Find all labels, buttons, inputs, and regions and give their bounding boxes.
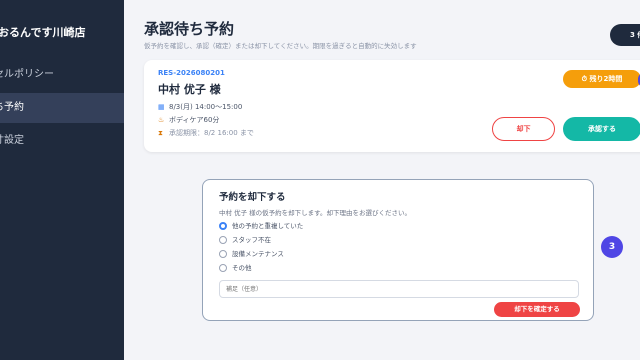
sidebar-item-label: 寸設定 xyxy=(0,135,24,146)
reason-label: スタッフ不在 xyxy=(232,236,271,244)
reason-option-other[interactable]: その他 xyxy=(219,264,252,274)
note-input[interactable] xyxy=(219,280,579,298)
reservation-datetime-row: ▦ 8/3(月) 14:00〜15:00 xyxy=(158,102,242,112)
sidebar: おるんです川崎店 セルポリシー ち予約 寸設定 xyxy=(0,0,124,360)
sidebar-item-cancel-policy[interactable]: セルポリシー xyxy=(0,60,124,90)
page-subtitle: 仮予約を確認し、承認（確定）または却下してください。期限を過ぎると自動的に失効し… xyxy=(144,42,417,50)
calendar-icon: ▦ xyxy=(158,103,165,111)
sidebar-item-label: ち予約 xyxy=(0,102,24,113)
reservation-service-row: ♨ ボディケア60分 xyxy=(158,115,219,125)
reject-dialog: 予約を却下する 中村 优子 様の仮予約を却下します。却下理由をお選びください。 … xyxy=(202,179,594,321)
dialog-description: 中村 优子 様の仮予約を却下します。却下理由をお選びください。 xyxy=(219,209,411,217)
reservation-card: RES-2026080201 中村 优子 様 ▦ 8/3(月) 14:00〜15:… xyxy=(144,60,640,152)
reservation-service: ボディケア60分 xyxy=(169,116,220,124)
customer-name: 中村 优子 様 xyxy=(158,83,221,96)
reason-label: 他の予約と重複していた xyxy=(232,222,304,230)
store-name: おるんです川崎店 xyxy=(0,26,86,39)
reason-option-duplicate[interactable]: 他の予約と重複していた xyxy=(219,222,303,232)
reject-button[interactable]: 却下 xyxy=(492,117,555,141)
reason-label: その他 xyxy=(232,264,252,272)
reservation-datetime: 8/3(月) 14:00〜15:00 xyxy=(169,103,243,111)
reason-label: 設備メンテナンス xyxy=(232,250,284,258)
time-remaining-badge: ⏱ 残り2時間 xyxy=(563,70,640,88)
hourglass-icon: ⧗ xyxy=(158,129,163,137)
radio-icon[interactable] xyxy=(219,236,227,244)
dialog-title: 予約を却下する xyxy=(219,192,286,203)
reservation-id: RES-2026080201 xyxy=(158,69,225,77)
confirm-reject-button[interactable]: 却下を確定する xyxy=(494,302,580,317)
reason-option-staff-absent[interactable]: スタッフ不在 xyxy=(219,236,271,246)
radio-selected-icon[interactable] xyxy=(219,222,227,230)
reason-option-maintenance[interactable]: 設備メンテナンス xyxy=(219,250,284,260)
radio-icon[interactable] xyxy=(219,250,227,258)
approve-button[interactable]: 承認する xyxy=(563,117,640,141)
reservation-deadline-row: ⧗ 承認期限：8/2 16:00 まで xyxy=(158,128,254,138)
page-title: 承認待ち予約 xyxy=(144,20,235,38)
spa-icon: ♨ xyxy=(158,116,165,124)
sidebar-item-settings[interactable]: 寸設定 xyxy=(0,126,124,156)
radio-icon[interactable] xyxy=(219,264,227,272)
pending-count-badge: 3 件 xyxy=(610,24,640,46)
sidebar-item-label: セルポリシー xyxy=(0,69,54,80)
approval-deadline: 承認期限：8/2 16:00 まで xyxy=(169,129,254,137)
step-number-badge: 3 xyxy=(601,236,623,258)
sidebar-item-pending-reservations[interactable]: ち予約 xyxy=(0,93,124,123)
main-content: 承認待ち予約 仮予約を確認し、承認（確定）または却下してください。期限を過ぎると… xyxy=(124,0,640,360)
